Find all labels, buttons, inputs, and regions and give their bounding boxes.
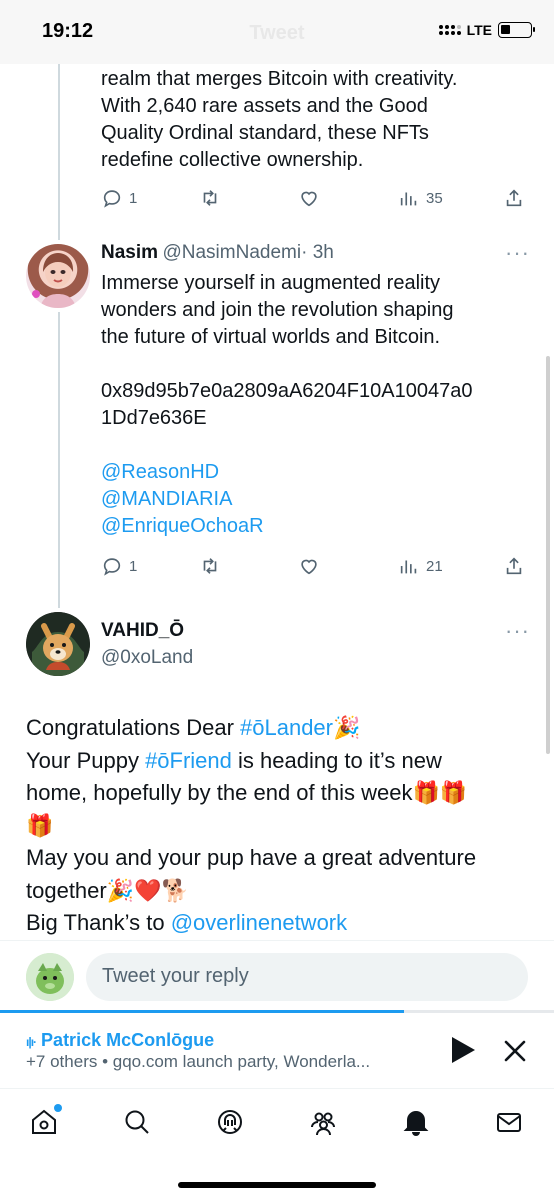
mention-link[interactable]: @ReasonHD: [101, 459, 541, 486]
play-button[interactable]: [450, 1036, 476, 1069]
network-label: LTE: [466, 22, 492, 38]
search-icon: [125, 1110, 149, 1134]
share-button[interactable]: [503, 187, 525, 209]
space-host-name: Patrick McConlōgue: [41, 1030, 215, 1050]
tweet-line: Quality Ordinal standard, these NFTs: [101, 122, 429, 144]
avatar[interactable]: [26, 612, 90, 676]
reply-button[interactable]: 1: [101, 187, 137, 209]
tweet-text: realm that merges Bitcoin with creativit…: [101, 66, 541, 174]
tweet-line: wonders and join the revolution shaping: [101, 299, 454, 321]
tweet-line: realm that merges Bitcoin with creativit…: [101, 68, 458, 90]
heart-icon: [301, 559, 317, 575]
retweet-button[interactable]: [199, 187, 221, 209]
reply-icon: [103, 558, 121, 576]
thread-line: [58, 64, 60, 240]
heart-icon: [301, 191, 317, 207]
views-icon: [400, 192, 417, 206]
home-icon: [32, 1109, 56, 1134]
space-subtitle: +7 others • gqo.com launch party, Wonder…: [26, 1052, 371, 1071]
dog-avatar-icon: [26, 612, 90, 676]
close-button[interactable]: [504, 1040, 526, 1067]
notification-dot: [54, 1104, 62, 1112]
emoji-group: 🎉❤️🐕: [106, 877, 189, 903]
tweet-text: Immerse yourself in augmented reality wo…: [101, 270, 541, 540]
wallet-address: 0x89d95b7e0a2809aA6204F10A10047a0: [101, 380, 473, 402]
tweet-line: the future of virtual worlds and Bitcoin…: [101, 326, 441, 348]
author-handle[interactable]: @0xoLand: [101, 647, 193, 669]
retweet-button[interactable]: [199, 555, 221, 577]
status-indicators: LTE: [438, 22, 535, 38]
home-indicator: [178, 1182, 376, 1188]
spaces-icon: [218, 1110, 242, 1134]
tab-notifications[interactable]: [398, 1104, 434, 1140]
battery-icon: [498, 22, 535, 38]
gift-emoji: 🎁🎁: [412, 780, 468, 805]
play-icon: [452, 1037, 475, 1063]
tab-search[interactable]: [119, 1104, 155, 1140]
mention-link[interactable]: @overlinenetwork: [171, 910, 347, 935]
author-name[interactable]: VAHID_Ō: [101, 620, 184, 642]
author-name[interactable]: Nasim: [101, 242, 158, 263]
tweet-line: redefine collective ownership.: [101, 149, 364, 171]
mail-icon: [497, 1113, 521, 1132]
main-tweet-text: Congratulations Dear #ōLander🎉 Your Pupp…: [26, 712, 536, 940]
party-emoji: 🎉: [333, 715, 361, 740]
tab-communities[interactable]: [305, 1104, 341, 1140]
tweet-fragment: Congratulations Dear: [26, 715, 241, 740]
views-count: 21: [426, 557, 443, 575]
like-button[interactable]: [298, 555, 320, 577]
retweet-icon: [203, 558, 217, 574]
hashtag-link[interactable]: #ōLander: [240, 715, 333, 740]
more-icon[interactable]: ···: [505, 240, 530, 266]
tweet-fragment: May you and your pup have a great advent…: [26, 845, 477, 870]
close-icon: [504, 1040, 526, 1062]
views-count: 35: [426, 189, 443, 207]
tweet-time: · 3h: [301, 242, 334, 263]
share-button[interactable]: [503, 555, 525, 577]
tweet-fragment: together: [26, 877, 107, 903]
tab-home[interactable]: [26, 1104, 62, 1140]
reply-count: 1: [129, 557, 138, 575]
share-icon: [506, 189, 522, 207]
views-button[interactable]: 35: [398, 187, 443, 209]
mention-link[interactable]: @EnriqueOchoaR: [101, 513, 541, 540]
tweet-fragment: home, hopefully by the end of this week: [26, 780, 413, 805]
communities-icon: [311, 1112, 335, 1136]
tab-spaces[interactable]: [212, 1104, 248, 1140]
author-handle[interactable]: @NasimNademi: [162, 242, 301, 263]
retweet-icon: [203, 190, 217, 206]
avatar-face-icon: [32, 253, 76, 308]
mention-link[interactable]: @MANDIARIA: [101, 486, 541, 513]
my-avatar[interactable]: [26, 953, 74, 1001]
reply-icon: [103, 190, 121, 208]
tweet-header: Nasim @NasimNademi· 3h: [101, 242, 334, 264]
like-button[interactable]: [298, 187, 320, 209]
bell-icon: [403, 1111, 429, 1136]
tweet-line: With 2,640 rare assets and the Good: [101, 95, 428, 117]
hashtag-link[interactable]: #ōFriend: [145, 748, 232, 773]
frog-avatar-icon: [26, 953, 74, 1001]
thread-line: [58, 312, 60, 608]
reply-count: 1: [129, 189, 138, 207]
tweet-line: Immerse yourself in augmented reality: [101, 272, 441, 294]
reply-input[interactable]: Tweet your reply: [86, 953, 528, 1001]
tab-messages[interactable]: [491, 1104, 527, 1140]
views-icon: [400, 560, 417, 574]
wallet-address: 1Dd7e636E: [101, 407, 207, 429]
tweet-fragment: Big Thank’s to: [26, 910, 171, 935]
tweet-fragment: is heading to it’s new: [231, 747, 442, 773]
gift-emoji: 🎁: [26, 812, 54, 838]
space-host[interactable]: ı|ı· Patrick McConlōgue: [26, 1030, 214, 1051]
signal-icon: [438, 25, 461, 35]
more-icon[interactable]: ···: [505, 618, 530, 644]
reply-button[interactable]: 1: [101, 555, 137, 577]
avatar[interactable]: [26, 244, 90, 308]
views-button[interactable]: 21: [398, 555, 443, 577]
scrollbar[interactable]: [546, 356, 550, 754]
tweet-fragment: Your Puppy: [26, 747, 146, 773]
share-icon: [506, 557, 522, 575]
audio-wave-icon: ı|ı·: [26, 1035, 37, 1049]
